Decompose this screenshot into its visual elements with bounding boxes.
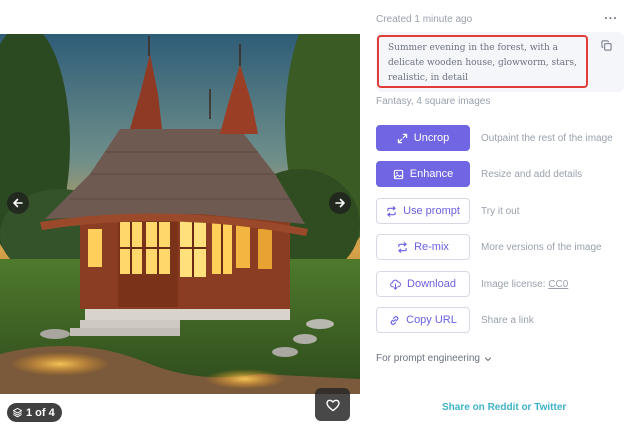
download-label: Download (407, 278, 456, 290)
layers-icon (12, 407, 23, 418)
image-counter-badge[interactable]: 1 of 4 (7, 403, 62, 422)
arrow-right-icon (335, 198, 345, 208)
generated-image[interactable] (0, 34, 360, 394)
license-link[interactable]: CC0 (548, 279, 568, 290)
cloud-download-icon (390, 279, 401, 290)
image-details-panel: Created 1 minute ago ··· Summer evening … (360, 0, 640, 428)
uncrop-description: Outpaint the rest of the image (481, 132, 613, 144)
action-row-remix: Re-mix More versions of the image (376, 234, 636, 260)
enhance-button[interactable]: Enhance (376, 161, 470, 187)
action-row-use-prompt: Use prompt Try it out (376, 198, 636, 224)
share-link[interactable]: Share on Reddit or Twitter (442, 402, 566, 413)
prompt-line: realistic, in detail (388, 73, 468, 83)
heart-icon (325, 399, 340, 411)
copy-url-label: Copy URL (406, 314, 457, 326)
download-button[interactable]: Download (376, 271, 470, 297)
prompt-engineering-toggle[interactable]: For prompt engineering (376, 353, 492, 364)
next-image-button[interactable] (329, 192, 351, 214)
ellipsis-icon: ··· (604, 11, 618, 25)
repeat-icon (387, 205, 396, 217)
prompt-line: Summer evening in the forest, with a (388, 43, 559, 53)
license-text: Image license: (481, 278, 546, 290)
prompt-text[interactable]: Summer evening in the forest, with a del… (377, 35, 588, 88)
remix-description: More versions of the image (481, 241, 602, 253)
prompt-box: Summer evening in the forest, with a del… (376, 32, 624, 92)
wooden-house-illustration (0, 34, 360, 394)
like-button[interactable] (315, 388, 350, 421)
uncrop-label: Uncrop (413, 132, 450, 144)
use-prompt-button[interactable]: Use prompt (376, 198, 470, 224)
action-row-enhance: Enhance Resize and add details (376, 161, 636, 187)
copy-icon (600, 39, 612, 51)
action-row-copy-url: Copy URL Share a link (376, 307, 636, 333)
more-options-button[interactable]: ··· (604, 11, 618, 25)
expand-icon (397, 133, 407, 143)
uncrop-button[interactable]: Uncrop (376, 125, 470, 151)
created-timestamp: Created 1 minute ago (376, 14, 473, 25)
previous-image-button[interactable] (7, 192, 29, 214)
repeat-icon (398, 241, 407, 253)
use-prompt-label: Use prompt (403, 205, 460, 217)
chevron-down-icon (484, 356, 492, 361)
remix-label: Re-mix (414, 241, 449, 253)
enhance-description: Resize and add details (481, 168, 583, 180)
use-prompt-description: Try it out (481, 205, 520, 217)
style-info: Fantasy, 4 square images (376, 96, 491, 107)
download-description: Image license: CC0 (481, 279, 568, 290)
remix-button[interactable]: Re-mix (376, 234, 470, 260)
image-counter-text: 1 of 4 (26, 406, 55, 419)
image-viewer: 1 of 4 (0, 0, 360, 428)
enhance-label: Enhance (409, 168, 454, 180)
action-row-uncrop: Uncrop Outpaint the rest of the image (376, 125, 636, 151)
prompt-line: delicate wooden house, glowworm, stars, (388, 58, 577, 68)
action-row-download: Download Image license: CC0 (376, 271, 636, 297)
image-icon (393, 169, 403, 179)
copy-url-button[interactable]: Copy URL (376, 307, 470, 333)
link-icon (390, 315, 399, 325)
copy-url-description: Share a link (481, 314, 534, 326)
copy-prompt-button[interactable] (599, 38, 613, 52)
prompt-engineering-label: For prompt engineering (376, 353, 480, 364)
arrow-left-icon (13, 198, 23, 208)
